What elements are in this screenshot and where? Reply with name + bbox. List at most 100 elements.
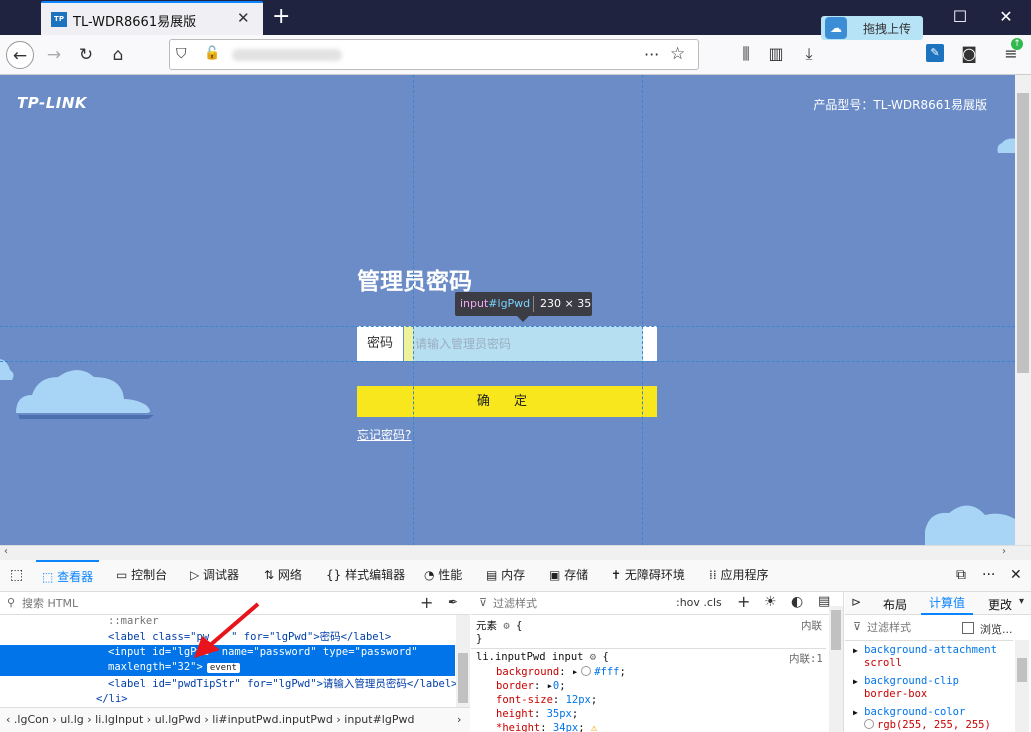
- css-property[interactable]: border: ▸0;: [496, 680, 566, 692]
- tab-storage[interactable]: ▣ 存储: [549, 560, 588, 591]
- computed-property[interactable]: ▶ background-color: [853, 706, 965, 718]
- upload-drag-button[interactable]: ☁ 拖拽上传: [821, 16, 923, 40]
- html-breadcrumbs[interactable]: ‹ .lgCon › ul.lg › li.lgInput › ul.lgPwd…: [0, 707, 470, 732]
- upload-label: 拖拽上传: [863, 22, 912, 36]
- extension-icon[interactable]: ✎: [926, 44, 944, 62]
- dark-theme-icon[interactable]: ◐: [791, 594, 803, 610]
- computed-property[interactable]: ▶ background-attachment: [853, 644, 997, 656]
- html-line[interactable]: <label id="pwdTipStr" for="lgPwd">请输入管理员…: [0, 677, 458, 692]
- page-title: 管理员密码: [357, 269, 472, 295]
- css-property[interactable]: height: 35px;: [496, 708, 578, 720]
- scrollbar-thumb[interactable]: [1017, 93, 1029, 373]
- css-property[interactable]: *height: 34px; ⚠: [496, 722, 597, 732]
- gear-icon[interactable]: ⚙: [590, 651, 596, 663]
- debugger-icon: ▷: [190, 568, 204, 582]
- tab-memory[interactable]: ▤ 内存: [486, 560, 525, 591]
- close-window-icon[interactable]: ✕: [990, 4, 1022, 30]
- element-rule[interactable]: 元素 ⚙ {: [476, 618, 522, 633]
- search-icon: ⚲: [7, 596, 16, 609]
- tab-console[interactable]: ▭ 控制台: [116, 560, 167, 591]
- update-badge-icon: ↑: [1011, 38, 1023, 50]
- rules-toolbar: ⊽ :hov .cls + ☀ ◐ ▤: [471, 592, 844, 615]
- dock-icon[interactable]: ⧉: [956, 560, 966, 591]
- product-model-text: 产品型号：TL-WDR8661易展版: [813, 98, 987, 112]
- extension-mask-icon[interactable]: ◙: [958, 44, 980, 63]
- breadcrumb-left-icon[interactable]: ‹: [0, 713, 14, 726]
- storage-icon: ▣: [549, 568, 565, 582]
- rule-selector[interactable]: li.inputPwd input ⚙ {: [476, 651, 609, 663]
- css-property[interactable]: font-size: 12px;: [496, 694, 597, 706]
- hov-cls-toggles[interactable]: :hov .cls: [676, 596, 722, 609]
- rules-filter-input[interactable]: [493, 595, 653, 612]
- tab-network[interactable]: ⇅ 网络: [264, 560, 302, 591]
- more-options-icon[interactable]: ···: [982, 560, 995, 591]
- add-rule-icon[interactable]: +: [737, 592, 750, 611]
- html-line[interactable]: </li>: [0, 692, 455, 707]
- accessibility-icon: ✝: [611, 568, 625, 582]
- forward-arrow-icon[interactable]: →: [40, 41, 68, 69]
- url-bar[interactable]: ⛉ 🔓 ··· ☆: [169, 39, 699, 70]
- rules-scrollbar[interactable]: [829, 606, 843, 732]
- scroll-right-icon[interactable]: ›: [1002, 546, 1006, 557]
- tab-debugger[interactable]: ▷ 调试器: [190, 560, 239, 591]
- eyedropper-icon[interactable]: ✒: [448, 595, 458, 609]
- breadcrumb-right-icon[interactable]: ›: [457, 708, 461, 732]
- inspector-margin-highlight: [404, 326, 413, 361]
- back-arrow-icon[interactable]: ←: [6, 41, 34, 69]
- tab-application[interactable]: ⁞⁞ 应用程序: [709, 560, 768, 591]
- computed-scrollbar[interactable]: [1015, 640, 1029, 732]
- reload-icon[interactable]: ↻: [72, 41, 100, 69]
- tab-performance[interactable]: ◔ 性能: [424, 560, 462, 591]
- rule-origin[interactable]: 内联:1: [789, 651, 823, 666]
- tab-changes[interactable]: 更改: [988, 596, 1012, 613]
- computed-filter-input[interactable]: [867, 619, 957, 636]
- inspector-tooltip: input#lgPwd 230 × 35: [455, 292, 592, 322]
- element-picker-icon[interactable]: ⬚: [10, 560, 23, 591]
- computed-property[interactable]: ▶ background-clip: [853, 675, 959, 687]
- password-input[interactable]: [413, 326, 643, 361]
- tab-style-editor[interactable]: {} 样式编辑器: [326, 560, 405, 591]
- gear-icon[interactable]: ⚙: [503, 620, 509, 632]
- sidebar-icon[interactable]: ▥: [765, 44, 787, 63]
- confirm-button[interactable]: 确 定: [357, 386, 657, 417]
- computed-value: scroll: [864, 657, 902, 669]
- page-actions-icon[interactable]: ···: [644, 45, 659, 64]
- scroll-left-icon[interactable]: ‹: [4, 546, 8, 557]
- rule-origin[interactable]: 内联: [801, 618, 822, 633]
- close-tab-icon[interactable]: ✕: [237, 9, 250, 27]
- shield-icon[interactable]: ⛉: [176, 46, 187, 62]
- tp-link-logo: TP-LINK: [17, 94, 88, 112]
- browser-styles-checkbox[interactable]: [962, 622, 974, 634]
- home-icon[interactable]: ⌂: [104, 41, 132, 69]
- browser-styles-label: 浏览...: [980, 623, 1013, 636]
- light-theme-icon[interactable]: ☀: [764, 594, 777, 610]
- tab-accessibility[interactable]: ✝ 无障碍环境: [611, 560, 685, 591]
- tab-computed[interactable]: 计算值: [921, 592, 974, 615]
- tab-inspector[interactable]: ⬚ 查看器: [36, 560, 100, 591]
- library-icon[interactable]: ⫼: [735, 44, 757, 64]
- color-swatch-icon: [864, 719, 874, 729]
- grid-icon: ⁞⁞: [709, 568, 721, 582]
- event-badge[interactable]: event: [206, 663, 240, 673]
- color-swatch-icon[interactable]: [581, 666, 592, 676]
- inspector-guide-line: [0, 361, 1015, 362]
- maximize-icon[interactable]: ☐: [944, 4, 976, 30]
- forgot-password-link[interactable]: 忘记密码?: [357, 426, 411, 443]
- vertical-scrollbar[interactable]: [1015, 75, 1031, 545]
- horizontal-scrollbar[interactable]: ‹ ›: [0, 545, 1031, 560]
- css-property[interactable]: background: ▸ #fff;: [496, 666, 626, 678]
- tab-layout[interactable]: 布局: [883, 596, 907, 613]
- network-icon: ⇅: [264, 568, 278, 582]
- close-devtools-icon[interactable]: ✕: [1010, 560, 1022, 591]
- password-label: 密码: [357, 326, 403, 361]
- toggle-sidebar-icon[interactable]: ⊳: [851, 595, 861, 609]
- add-node-icon[interactable]: +: [420, 593, 433, 612]
- bookmark-star-icon[interactable]: ☆: [670, 44, 685, 64]
- browser-tab[interactable]: TP TL-WDR8661易展版 ✕: [41, 1, 263, 35]
- download-icon[interactable]: ⤓: [798, 44, 820, 64]
- chevron-down-icon[interactable]: ▾: [1019, 596, 1024, 607]
- navigation-toolbar: ← → ↻ ⌂ ⛉ 🔓 ··· ☆ ⫼ ▥ ⤓ ✎ ◙ ≡ ↑: [0, 35, 1031, 75]
- insecure-lock-icon[interactable]: 🔓: [204, 46, 220, 61]
- new-tab-button[interactable]: +: [272, 4, 290, 30]
- html-scrollbar[interactable]: [456, 615, 470, 708]
